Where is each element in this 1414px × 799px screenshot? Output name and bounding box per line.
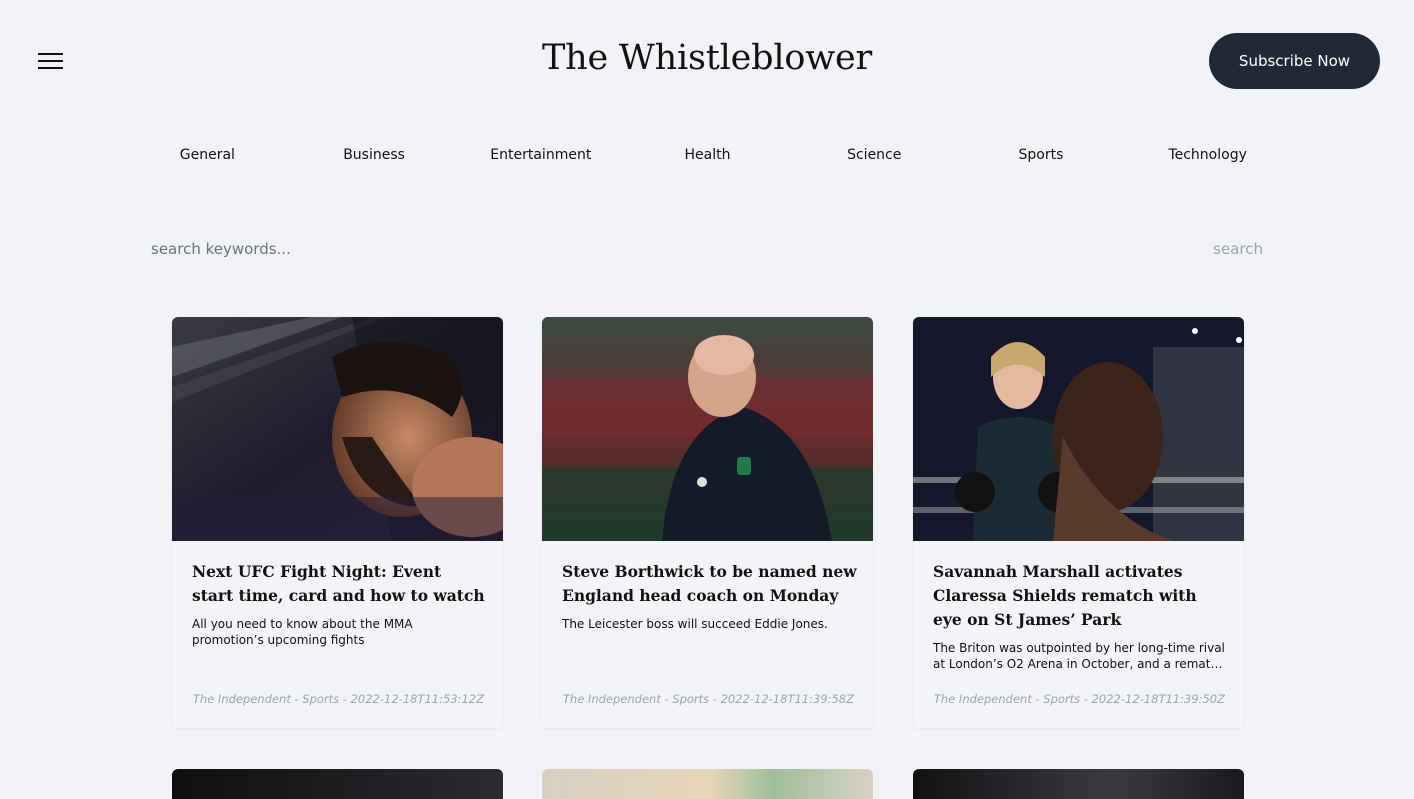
search-button[interactable]: search — [1213, 236, 1263, 262]
category-health[interactable]: Health — [624, 144, 791, 166]
article-meta: The Independent - Sports - 2022-12-18T11… — [192, 692, 484, 706]
article-card[interactable] — [913, 769, 1244, 799]
article-card[interactable] — [542, 769, 873, 799]
article-card[interactable]: Next UFC Fight Night: Event start time, … — [172, 317, 503, 728]
article-meta: The Independent - Sports - 2022-12-18T11… — [562, 692, 854, 706]
subscribe-button[interactable]: Subscribe Now — [1209, 33, 1380, 89]
article-image — [913, 769, 1244, 799]
article-card[interactable]: Steve Borthwick to be named new England … — [542, 317, 873, 728]
category-nav: General Business Entertainment Health Sc… — [124, 144, 1291, 166]
site-title: The Whistleblower — [541, 38, 873, 78]
article-description: All you need to know about the MMA promo… — [192, 617, 413, 647]
article-image — [172, 317, 503, 541]
category-technology[interactable]: Technology — [1124, 144, 1291, 166]
article-card[interactable]: Savannah Marshall activates Claressa Shi… — [913, 317, 1244, 728]
article-meta: The Independent - Sports - 2022-12-18T11… — [933, 692, 1225, 706]
article-image — [913, 317, 1244, 541]
search-bar: search — [151, 236, 1263, 262]
article-description: The Leicester boss will succeed Eddie Jo… — [562, 617, 828, 631]
article-image — [542, 769, 873, 799]
article-description: The Briton was outpointed by her long-ti… — [933, 641, 1225, 671]
category-business[interactable]: Business — [291, 144, 458, 166]
article-title: Next UFC Fight Night: Event start time, … — [192, 562, 485, 605]
article-card[interactable] — [172, 769, 503, 799]
article-image — [542, 317, 873, 541]
article-image — [172, 769, 503, 799]
category-general[interactable]: General — [124, 144, 291, 166]
search-input[interactable] — [151, 236, 1051, 262]
category-sports[interactable]: Sports — [958, 144, 1125, 166]
category-entertainment[interactable]: Entertainment — [457, 144, 624, 166]
category-science[interactable]: Science — [791, 144, 958, 166]
site-header: The Whistleblower Subscribe Now — [0, 0, 1414, 122]
article-title: Steve Borthwick to be named new England … — [562, 562, 857, 605]
article-title: Savannah Marshall activates Claressa Shi… — [933, 562, 1197, 629]
